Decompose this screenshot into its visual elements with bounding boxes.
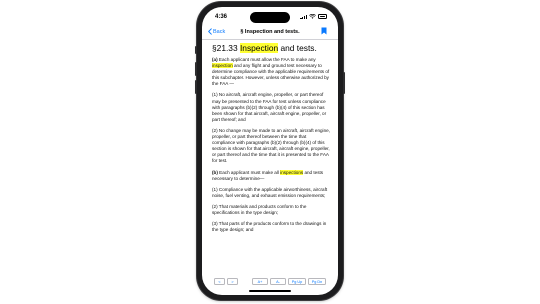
prev-match-button[interactable]: <: [214, 278, 225, 285]
nav-bar: Back § Inspection and tests.: [202, 26, 338, 39]
paragraph-b2: (2) That materials and products conform …: [212, 203, 307, 215]
bottom-toolbar: < > A+ A- Pg Up Pg Dn: [202, 278, 338, 287]
font-decrease-button[interactable]: A-: [270, 278, 286, 285]
bookmark-icon[interactable]: [321, 27, 327, 35]
paragraph-b: (b) Each applicant must make all inspect…: [212, 169, 330, 182]
heading-highlight: Inspection: [239, 43, 279, 53]
paragraph-a2: (2) No change may be made to an aircraft…: [212, 127, 330, 164]
paragraph-a-pre: Each applicant must allow the FAA to mak…: [217, 57, 316, 62]
paragraph-b-pre: Each applicant must make all: [217, 169, 281, 175]
font-increase-button[interactable]: A+: [252, 278, 268, 285]
paragraph-a1: (1) No aircraft, aircraft engine, propel…: [212, 92, 327, 122]
paragraph-a-highlight: inspection: [212, 63, 233, 69]
status-icons: [300, 14, 327, 19]
volume-up-button: [195, 62, 197, 76]
paragraph-a: (a) Each applicant must allow the FAA to…: [212, 57, 330, 87]
paragraph-b1: (1) Compliance with the applicable airwo…: [212, 186, 328, 198]
regulation-content: §21.33 Inspection and tests. (a) Each ap…: [212, 43, 330, 277]
status-time: 4:36: [215, 14, 228, 20]
page-up-button[interactable]: Pg Up: [288, 278, 306, 285]
nav-title: § Inspection and tests.: [240, 29, 300, 35]
heading-rest: and tests.: [278, 43, 317, 53]
volume-down-button: [195, 80, 197, 94]
section-heading: §21.33 Inspection and tests.: [212, 43, 330, 53]
paragraph-b3: (3) That parts of the products conform t…: [212, 221, 327, 233]
page-down-button[interactable]: Pg Dn: [308, 278, 326, 285]
dynamic-island: [250, 12, 290, 23]
power-button: [343, 72, 345, 94]
heading-section: §21.33: [212, 43, 240, 53]
next-match-button[interactable]: >: [227, 278, 238, 285]
home-indicator[interactable]: [249, 290, 291, 292]
phone-screen: 4:36 Back § Inspection and tests. §21.33…: [202, 7, 338, 295]
wifi-icon: [309, 14, 316, 19]
battery-icon: [318, 14, 327, 19]
signal-icon: [300, 14, 307, 19]
phone-frame: 4:36 Back § Inspection and tests. §21.33…: [195, 2, 345, 300]
nav-divider: [202, 39, 338, 40]
paragraph-b-highlight: inspections: [280, 169, 304, 175]
action-button: [195, 46, 197, 54]
